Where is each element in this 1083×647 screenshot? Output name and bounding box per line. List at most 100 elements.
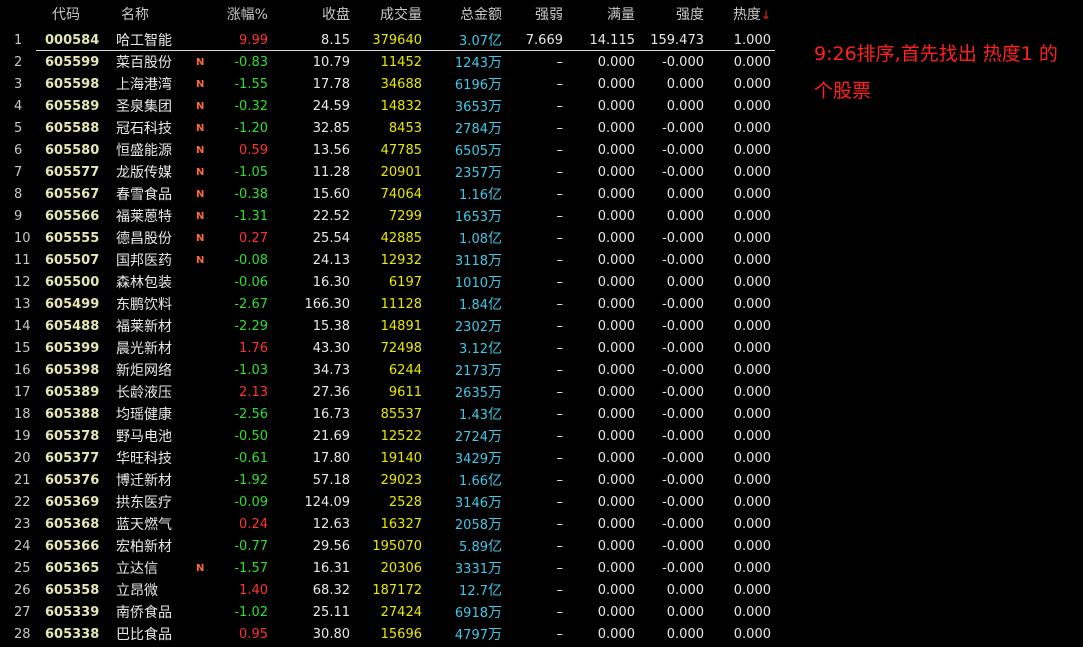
stock-code: 605507	[45, 253, 100, 268]
amount-value: 3.12	[459, 342, 488, 357]
stock-name: 立达信	[116, 561, 158, 577]
close-price: 24.13	[312, 253, 350, 268]
force-value: -0.000	[662, 451, 704, 466]
heat-value: 0.000	[733, 275, 771, 290]
header-volume[interactable]: 成交量	[352, 0, 422, 30]
total-amount: 3118万	[422, 250, 502, 272]
row-number: 3	[14, 77, 23, 92]
row-number: 6	[14, 143, 23, 158]
total-amount: 3331万	[422, 558, 502, 580]
change-percent: -0.32	[234, 99, 268, 114]
stock-name: 春雪食品	[116, 187, 172, 203]
header-close[interactable]: 收盘	[280, 0, 350, 30]
heat-value: 0.000	[733, 55, 771, 70]
table-row[interactable]: 10 605555 德昌股份 N 0.27 25.54 42885 – 0.000 -0.000 0…	[0, 228, 775, 250]
new-listing-badge	[196, 360, 208, 382]
close-price: 13.56	[312, 143, 350, 158]
stock-code: 605577	[45, 165, 100, 180]
amount-unit: 亿	[488, 33, 502, 49]
table-row[interactable]: 25 605365 立达信 N -1.57 16.31 20306 – 0.000 -0.000 0…	[0, 558, 775, 580]
change-percent: -2.56	[234, 407, 268, 422]
table-row[interactable]: 4 605589 圣泉集团 N -0.32 24.59 14832 – 0.000 0.000 0.…	[0, 96, 775, 118]
change-percent: -2.67	[234, 297, 268, 312]
header-force[interactable]: 强度	[634, 0, 704, 30]
strength-value: –	[556, 517, 564, 532]
row-number: 14	[14, 319, 31, 334]
volume: 6197	[388, 275, 422, 290]
change-percent: -1.57	[234, 561, 268, 576]
row-number: 5	[14, 121, 23, 136]
new-listing-badge	[196, 448, 208, 470]
volume: 12522	[380, 429, 422, 444]
table-row[interactable]: 11 605507 国邦医药 N -0.08 24.13 12932 – 0.000 -0.000…	[0, 250, 775, 272]
force-value: -0.000	[662, 319, 704, 334]
new-listing-badge	[196, 404, 208, 426]
table-row[interactable]: 8 605567 春雪食品 N -0.38 15.60 74064 – 0.000 0.000 0.…	[0, 184, 775, 206]
table-row[interactable]: 22 605369 拱东医疗 -0.09 124.09 2528 – 0.000 -0.000 0…	[0, 492, 775, 514]
force-value: 0.000	[666, 187, 704, 202]
new-listing-badge	[196, 492, 208, 514]
table-row[interactable]: 19 605378 野马电池 -0.50 21.69 12522 – 0.000 -0.000 0…	[0, 426, 775, 448]
table-row[interactable]: 16 605398 新炬网络 -1.03 34.73 6244 – 0.000 -0.000 0.…	[0, 360, 775, 382]
stock-name: 新炬网络	[116, 363, 172, 379]
row-number: 18	[14, 407, 31, 422]
change-percent: -0.38	[234, 187, 268, 202]
new-listing-badge: N	[196, 233, 205, 244]
table-row[interactable]: 3 605598 上海港湾 N -1.55 17.78 34688 – 0.000 0.000 0.…	[0, 74, 775, 96]
strength-value: –	[556, 121, 564, 136]
header-change[interactable]: 涨幅%	[208, 0, 268, 30]
total-amount: 1243万	[422, 52, 502, 74]
table-row[interactable]: 24 605366 宏柏新材 -0.77 29.56 195070 – 0.000 -0.000…	[0, 536, 775, 558]
strength-value: –	[556, 99, 564, 114]
total-amount: 3.12亿	[422, 338, 502, 360]
strength-value: –	[556, 297, 564, 312]
header-strength[interactable]: 强弱	[503, 0, 563, 30]
row-number: 8	[14, 187, 23, 202]
header-code[interactable]: 代码	[52, 0, 112, 30]
full-volume-value: 0.000	[597, 121, 635, 136]
header-name[interactable]: 名称	[121, 0, 201, 30]
heat-value: 0.000	[733, 77, 771, 92]
stock-code: 605378	[45, 429, 100, 444]
header-amount[interactable]: 总金额	[422, 0, 502, 30]
table-row[interactable]: 12 605500 森林包装 -0.06 16.30 6197 – 0.000 0.000 0.0…	[0, 272, 775, 294]
table-row[interactable]: 7 605577 龙版传媒 N -1.05 11.28 20901 – 0.000 -0.000 0…	[0, 162, 775, 184]
stock-code: 605389	[45, 385, 100, 400]
header-full[interactable]: 满量	[565, 0, 635, 30]
table-row[interactable]: 23 605368 蓝天燃气 0.24 12.63 16327 – 0.000 -0.000 0.…	[0, 514, 775, 536]
close-price: 34.73	[312, 363, 350, 378]
row-number: 13	[14, 297, 31, 312]
table-row[interactable]: 26 605358 立昂微 1.40 68.32 187172 – 0.000 0.000 0.0…	[0, 580, 775, 602]
full-volume-value: 0.000	[597, 319, 635, 334]
table-row[interactable]: 21 605376 博迁新材 -1.92 57.18 29023 – 0.000 -0.000 0…	[0, 470, 775, 492]
table-row[interactable]: 5 605588 冠石科技 N -1.20 32.85 8453 – 0.000 -0.000 0.…	[0, 118, 775, 140]
row-number: 20	[14, 451, 31, 466]
heat-value: 0.000	[733, 209, 771, 224]
table-row[interactable]: 18 605388 均瑶健康 -2.56 16.73 85537 – 0.000 -0.000 0…	[0, 404, 775, 426]
strength-value: –	[556, 231, 564, 246]
table-row[interactable]: 27 605339 南侨食品 -1.02 25.11 27424 – 0.000 0.000 0.…	[0, 602, 775, 624]
table-row[interactable]: 20 605377 华旺科技 -0.61 17.80 19140 – 0.000 -0.000 0…	[0, 448, 775, 470]
stock-code: 605369	[45, 495, 100, 510]
table-row[interactable]: 13 605499 东鹏饮料 -2.67 166.30 11128 – 0.000 -0.000…	[0, 294, 775, 316]
stock-code: 605500	[45, 275, 100, 290]
row-number: 19	[14, 429, 31, 444]
amount-value: 4797	[454, 628, 488, 643]
stock-name: 野马电池	[116, 429, 172, 445]
full-volume-value: 0.000	[597, 165, 635, 180]
new-listing-badge: N	[196, 563, 205, 574]
table-row[interactable]: 17 605389 长龄液压 2.13 27.36 9611 – 0.000 -0.000 0.0…	[0, 382, 775, 404]
heat-value: 0.000	[733, 165, 771, 180]
force-value: -0.000	[662, 165, 704, 180]
table-row[interactable]: 2 605599 菜百股份 N -0.83 10.79 11452 – 0.000 -0.000 0…	[0, 52, 775, 74]
stock-code: 605599	[45, 55, 100, 70]
table-row[interactable]: 6 605580 恒盛能源 N 0.59 13.56 47785 – 0.000 -0.000 0.…	[0, 140, 775, 162]
close-price: 68.32	[312, 583, 350, 598]
amount-unit: 万	[488, 605, 502, 621]
table-row[interactable]: 9 605566 福莱蒽特 N -1.31 22.52 7299 – 0.000 0.000 0.0…	[0, 206, 775, 228]
strength-value: –	[556, 473, 564, 488]
table-row[interactable]: 14 605488 福莱新材 -2.29 15.38 14891 – 0.000 -0.000 0…	[0, 316, 775, 338]
table-row[interactable]: 15 605399 晨光新材 1.76 43.30 72498 – 0.000 -0.000 0.…	[0, 338, 775, 360]
table-row[interactable]: 1 000584 哈工智能 9.99 8.15 379640 7.669 14.115 159.…	[0, 30, 775, 52]
header-heat[interactable]: 热度↓	[705, 0, 771, 30]
